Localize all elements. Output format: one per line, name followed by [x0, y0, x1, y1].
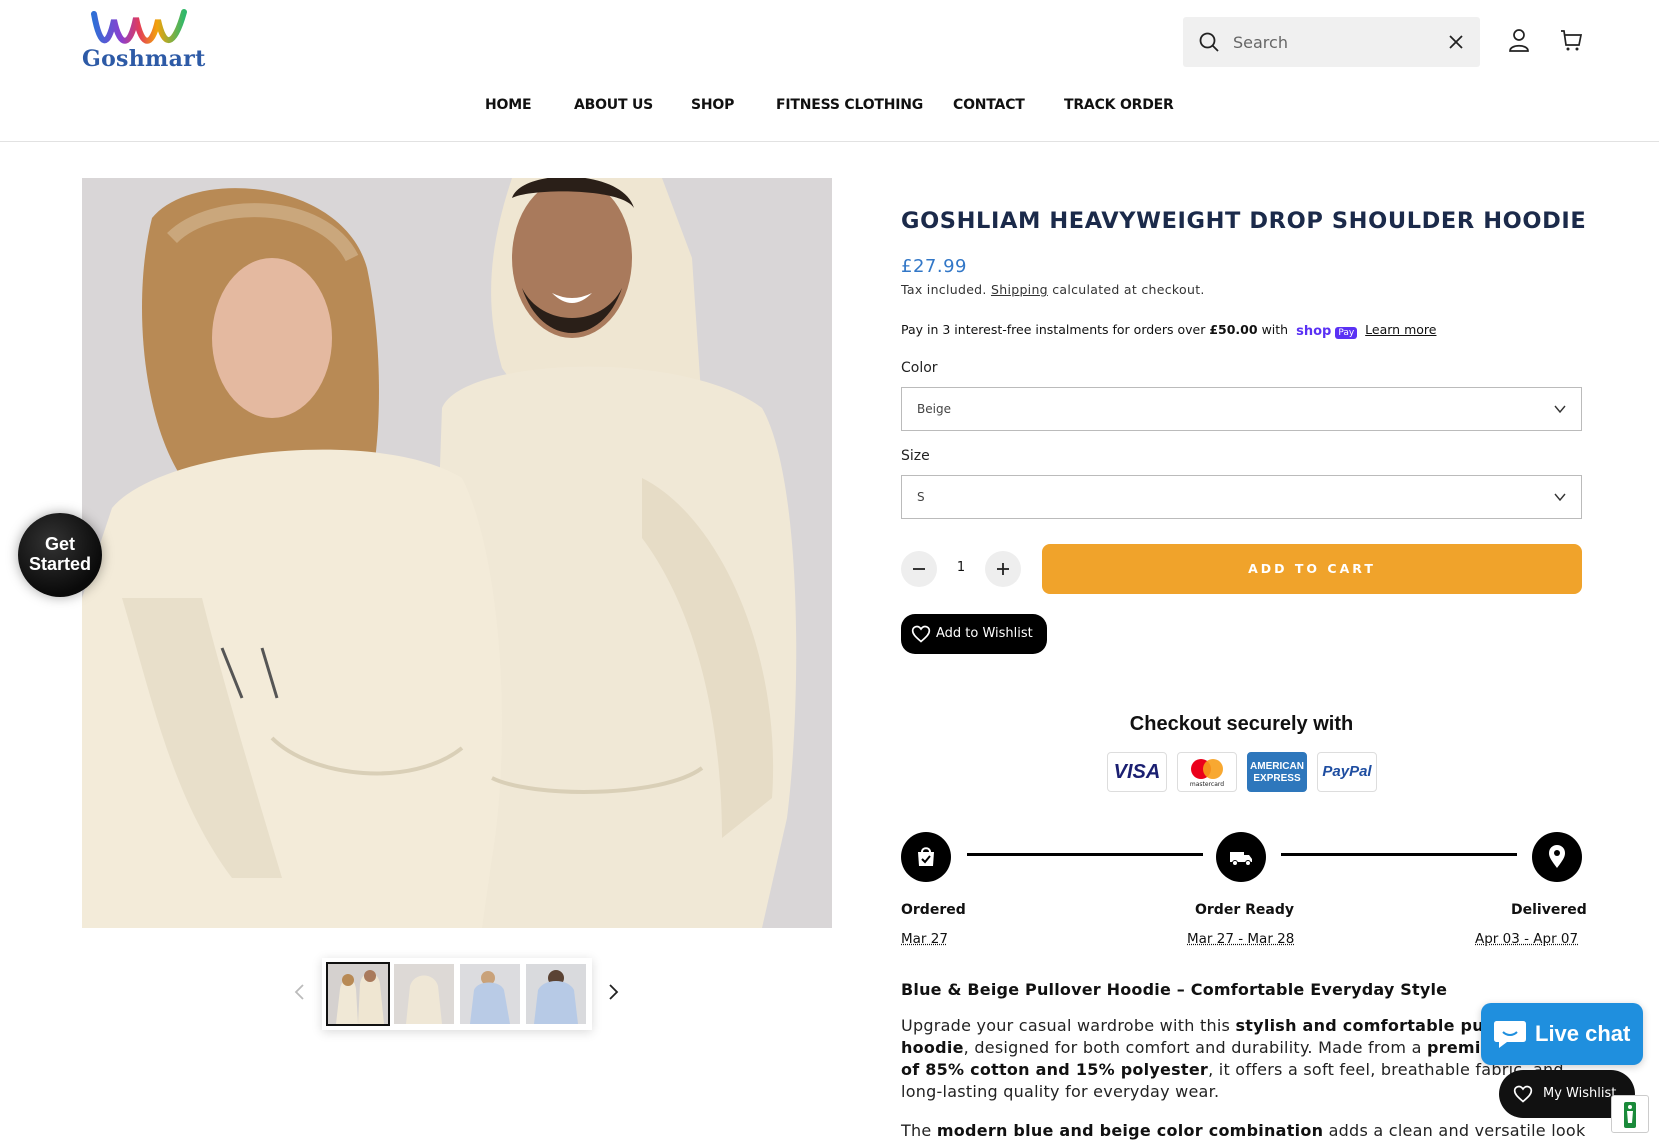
description-paragraph-2: The modern blue and beige color combinat… — [901, 1120, 1591, 1142]
accessibility-icon — [1624, 1102, 1636, 1128]
nav-about-us[interactable]: ABOUT US — [574, 97, 653, 113]
get-started-button[interactable]: Get Started — [18, 513, 102, 597]
close-icon[interactable] — [1446, 32, 1466, 52]
desc-p1-text-c: , designed for both comfort and durabili… — [963, 1038, 1427, 1057]
chevron-down-icon — [1554, 405, 1566, 414]
timeline-line-1 — [967, 853, 1203, 856]
thumbnail-3[interactable] — [460, 964, 520, 1024]
prev-image-arrow[interactable] — [290, 980, 310, 1004]
step-date-ordered: Mar 27 — [901, 931, 948, 947]
nav-shop[interactable]: SHOP — [691, 97, 734, 113]
search-bar[interactable] — [1183, 17, 1480, 67]
mastercard-label: mastercard — [1189, 781, 1225, 788]
search-input[interactable] — [1233, 17, 1433, 67]
shipping-link[interactable]: Shipping — [991, 282, 1048, 297]
get-started-line1: Get — [44, 534, 75, 554]
amex-label: AMERICAN EXPRESS — [1250, 761, 1304, 784]
paypal-icon: PayPal — [1317, 752, 1377, 792]
delivery-truck-icon — [1230, 852, 1252, 866]
order-ready-step-icon — [1216, 832, 1266, 882]
installments-note: Pay in 3 interest-free instalments for o… — [901, 322, 1436, 339]
shop-pay-badge: Pay — [1335, 326, 1358, 339]
color-selected-value: Beige — [917, 402, 951, 416]
chat-bubble-icon — [1494, 1021, 1526, 1048]
installments-prefix: Pay in 3 interest-free instalments for o… — [901, 322, 1206, 337]
nav-track-order[interactable]: TRACK ORDER — [1064, 97, 1174, 113]
search-icon — [1199, 32, 1219, 52]
heart-icon — [911, 625, 931, 643]
add-to-cart-button[interactable]: ADD TO CART — [1042, 544, 1582, 594]
my-wishlist-label: My Wishlist — [1543, 1086, 1617, 1101]
nav-contact[interactable]: CONTACT — [953, 97, 1025, 113]
desc-p2-text-c: adds a clean and versatile look — [1323, 1121, 1586, 1140]
desc-p2-text-a: The — [901, 1121, 937, 1140]
size-label: Size — [901, 448, 930, 464]
desc-p1-text-a: Upgrade your casual wardrobe with this — [901, 1016, 1236, 1035]
visa-icon: VISA — [1107, 752, 1167, 792]
minus-icon — [913, 568, 925, 570]
paypal-label: PayPal — [1322, 763, 1372, 780]
tax-note: Tax included. Shipping calculated at che… — [901, 282, 1205, 297]
delivered-step-icon — [1532, 832, 1582, 882]
nav-home[interactable]: HOME — [485, 97, 532, 113]
product-title: GOSHLIAM HEAVYWEIGHT DROP SHOULDER HOODI… — [901, 208, 1587, 234]
timeline-line-2 — [1281, 853, 1517, 856]
installments-amount: £50.00 — [1209, 322, 1258, 337]
nav-fitness-clothing[interactable]: FITNESS CLOTHING — [776, 97, 923, 113]
quantity-increase-button[interactable] — [985, 551, 1021, 587]
site-header: Goshmart HOME ABOUT US SHOP FITNESS CLOT… — [0, 0, 1659, 142]
account-icon[interactable] — [1507, 27, 1531, 53]
add-to-wishlist-button[interactable]: Add to Wishlist — [901, 614, 1047, 654]
tax-suffix: calculated at checkout. — [1052, 282, 1205, 297]
visa-label: VISA — [1113, 761, 1161, 783]
thumbnail-2[interactable] — [394, 964, 454, 1024]
shopping-bag-icon — [918, 847, 934, 866]
checkout-secure-title: Checkout securely with — [1129, 713, 1354, 735]
logo-text: Goshmart — [82, 46, 206, 72]
live-chat-label: Live chat — [1535, 1021, 1631, 1046]
installments-with: with — [1261, 322, 1289, 337]
color-label: Color — [901, 360, 938, 376]
hoodie-photo — [82, 178, 832, 928]
tax-prefix: Tax included. — [901, 282, 987, 297]
logo-wave-icon — [91, 9, 187, 44]
product-price: £27.99 — [901, 256, 967, 277]
step-label-order-ready: Order Ready — [1195, 902, 1294, 918]
accessibility-button[interactable] — [1611, 1095, 1649, 1133]
mastercard-icon: mastercard — [1177, 752, 1237, 792]
goshmart-logo[interactable]: Goshmart — [82, 8, 205, 74]
amex-icon: AMERICAN EXPRESS — [1247, 752, 1307, 792]
step-label-delivered: Delivered — [1511, 902, 1587, 918]
get-started-line2: Started — [28, 554, 91, 574]
thumbnail-strip — [322, 958, 592, 1030]
add-to-wishlist-label: Add to Wishlist — [936, 626, 1033, 641]
live-chat-button[interactable]: Live chat — [1481, 1003, 1643, 1065]
learn-more-link[interactable]: Learn more — [1365, 322, 1436, 337]
thumbnail-4[interactable] — [526, 964, 586, 1024]
quantity-value[interactable]: 1 — [950, 560, 972, 575]
cart-icon[interactable] — [1559, 27, 1583, 53]
step-date-order-ready: Mar 27 - Mar 28 — [1187, 931, 1295, 947]
plus-icon — [997, 563, 1009, 575]
heart-icon — [1513, 1085, 1533, 1103]
next-image-arrow[interactable] — [603, 980, 623, 1004]
color-select[interactable]: Beige — [901, 387, 1582, 431]
ordered-step-icon — [901, 832, 951, 882]
chevron-down-icon — [1554, 493, 1566, 502]
shop-pay-logo: shop Pay — [1296, 323, 1358, 339]
location-pin-icon — [1549, 845, 1565, 868]
description-heading: Blue & Beige Pullover Hoodie – Comfortab… — [901, 980, 1448, 999]
thumbnail-1[interactable] — [326, 962, 390, 1026]
desc-p2-bold-b: modern blue and beige color combination — [936, 1121, 1324, 1140]
shop-pay-text: shop — [1296, 323, 1332, 339]
step-date-delivered: Apr 03 - Apr 07 — [1475, 931, 1579, 947]
quantity-decrease-button[interactable] — [901, 551, 937, 587]
step-label-ordered: Ordered — [901, 902, 966, 918]
size-selected-value: S — [917, 490, 925, 504]
size-select[interactable]: S — [901, 475, 1582, 519]
product-main-image[interactable] — [82, 178, 832, 928]
